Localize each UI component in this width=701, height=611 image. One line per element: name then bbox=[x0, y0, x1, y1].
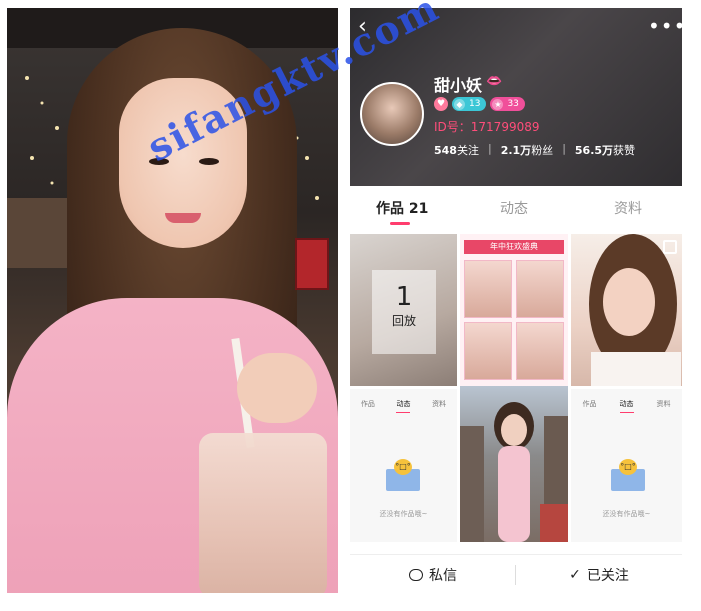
replay-label: 回放 bbox=[391, 314, 416, 328]
smile bbox=[165, 213, 201, 223]
selfie-image bbox=[589, 234, 681, 386]
mini-thumbnail bbox=[464, 260, 512, 318]
work-thumbnail-replay[interactable]: 1 回放 bbox=[350, 234, 457, 386]
diamond-level-value: 13 bbox=[469, 99, 481, 109]
badge-row: ♥ ◆ 13 ★ 33 bbox=[434, 97, 525, 111]
check-icon: ✓ bbox=[569, 566, 581, 583]
lips-icon: 👄 bbox=[486, 74, 503, 89]
avatar[interactable] bbox=[360, 82, 424, 146]
works-grid: 1 回放 年中狂欢盛典 作品 动态 资料 °□° 还没有作品哦~ 作品 动态 资… bbox=[350, 234, 682, 542]
likes-stat: 56.5万获赞 bbox=[574, 144, 636, 157]
mini-thumbnail bbox=[516, 322, 564, 380]
message-button[interactable]: 私信 bbox=[350, 555, 516, 593]
fans-stat[interactable]: 2.1万粉丝 bbox=[501, 142, 554, 158]
empty-text: 还没有作品哦~ bbox=[602, 510, 651, 518]
replay-overlay: 1 回放 bbox=[372, 270, 436, 354]
followed-label: 已关注 bbox=[586, 567, 629, 584]
outdoor-photo bbox=[460, 402, 568, 542]
star-level-value: 33 bbox=[507, 99, 519, 109]
mini-tabs: 作品 动态 资料 bbox=[571, 399, 682, 413]
empty-text: 还没有作品哦~ bbox=[379, 510, 428, 518]
milkshake-cup bbox=[199, 433, 327, 593]
diamond-icon: ◆ bbox=[454, 98, 465, 110]
replay-count: 1 bbox=[395, 282, 413, 312]
mini-tabs: 作品 动态 资料 bbox=[350, 399, 457, 413]
tab-moments[interactable]: 动态 bbox=[500, 198, 528, 218]
star-icon: ★ bbox=[492, 98, 504, 110]
profile-tabs: 作品 21 动态 资料 bbox=[350, 186, 682, 232]
active-tab-indicator bbox=[390, 222, 410, 225]
work-thumbnail-event[interactable]: 年中狂欢盛典 bbox=[460, 234, 568, 386]
work-thumbnail-empty[interactable]: 作品 动态 资料 °□° 还没有作品哦~ bbox=[350, 389, 457, 542]
stats-divider: | bbox=[562, 142, 566, 155]
star-level-badge: ★ 33 bbox=[490, 97, 525, 111]
work-thumbnail-outdoor[interactable] bbox=[460, 386, 568, 542]
tab-info[interactable]: 资料 bbox=[614, 198, 642, 218]
right-eye bbox=[199, 158, 219, 165]
stats-divider: | bbox=[487, 142, 492, 155]
event-banner: 年中狂欢盛典 bbox=[464, 240, 564, 254]
nickname: 甜小妖 bbox=[434, 76, 483, 95]
profile-screen: ‹ ••• 甜小妖 👄 ♥ ◆ 13 ★ 33 ID号：171799089 54… bbox=[350, 8, 682, 593]
mini-thumbnail bbox=[516, 260, 564, 318]
profile-stats: 548关注 | 2.1万粉丝 | 56.5万获赞 bbox=[434, 142, 635, 158]
message-label: 私信 bbox=[429, 567, 457, 584]
red-sign bbox=[295, 238, 329, 290]
bottom-action-bar: 私信 ✓ 已关注 bbox=[350, 554, 682, 593]
empty-box-icon: °□° bbox=[382, 459, 424, 493]
diamond-level-badge: ◆ 13 bbox=[452, 97, 487, 111]
user-id: ID号：171799089 bbox=[434, 120, 540, 134]
mini-thumbnail bbox=[464, 322, 512, 380]
following-stat[interactable]: 548关注 bbox=[434, 142, 479, 158]
multi-photo-icon bbox=[663, 240, 677, 254]
tab-works[interactable]: 作品 21 bbox=[376, 198, 428, 218]
chat-icon bbox=[409, 568, 423, 581]
followed-button[interactable]: ✓ 已关注 bbox=[516, 555, 682, 593]
level-heart-icon: ♥ bbox=[434, 97, 448, 111]
more-options-icon[interactable]: ••• bbox=[648, 16, 682, 38]
work-thumbnail-empty[interactable]: 作品 动态 资料 °□° 还没有作品哦~ bbox=[571, 389, 682, 542]
hand bbox=[237, 353, 317, 423]
work-thumbnail-selfie[interactable] bbox=[571, 234, 682, 386]
empty-box-icon: °□° bbox=[607, 459, 649, 493]
